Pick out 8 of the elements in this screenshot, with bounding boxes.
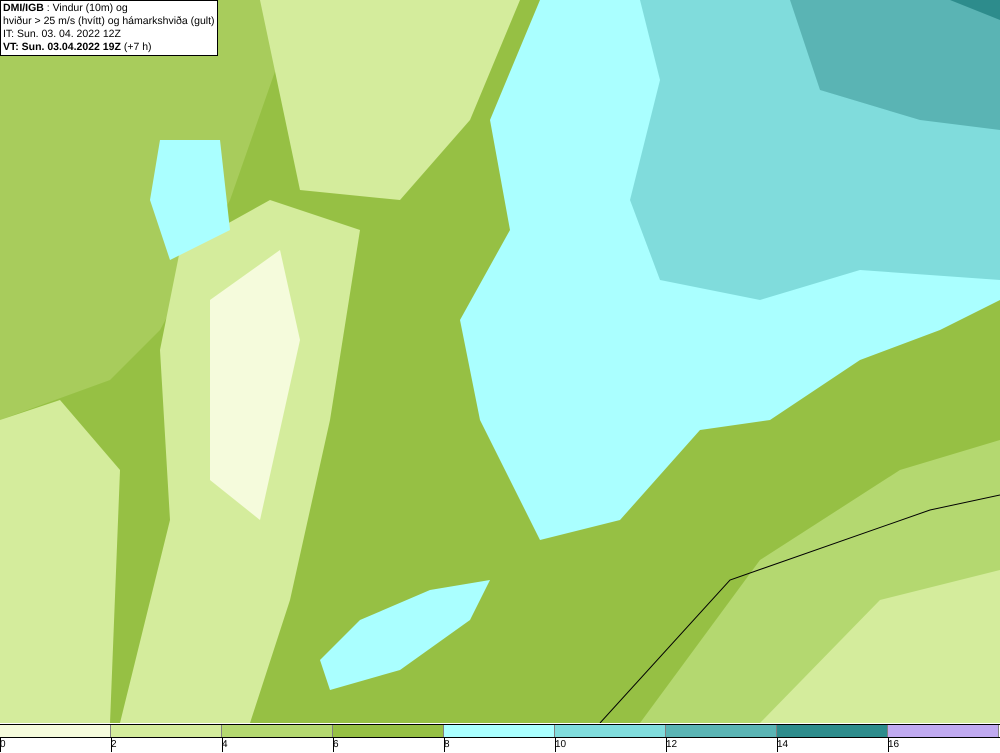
info-text: DMI/IGB : Vindur (10m) og — [3, 2, 129, 15]
legend-tick-label: 10 — [555, 738, 566, 752]
info-text: IT: Sun. 03. 04. 2022 12Z — [3, 28, 122, 41]
info-text: VT: Sun. 03.04.2022 19Z (+7 h) — [3, 41, 153, 54]
legend-tick-label: 12 — [666, 738, 678, 752]
info-text: hviður > 25 m/s (hvítt) og hámarkshviða (gult) — [3, 15, 215, 28]
legend-tick-label: 16 — [888, 738, 900, 752]
legend-tick-label: 14 — [777, 738, 788, 752]
